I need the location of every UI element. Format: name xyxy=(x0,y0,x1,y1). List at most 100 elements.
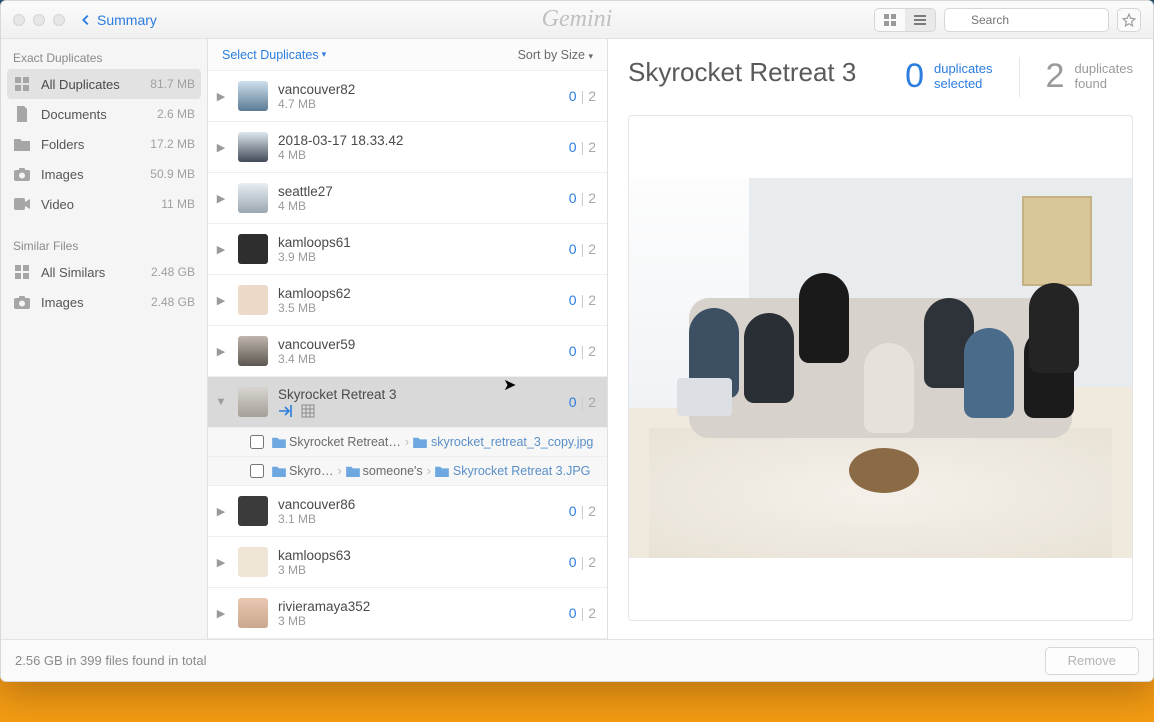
list-icon xyxy=(913,13,927,27)
grid-view-button[interactable] xyxy=(875,9,905,31)
sort-menu[interactable]: Sort by Size ▾ xyxy=(518,48,593,62)
group-row[interactable]: ▶vancouver863.1 MB0|2 xyxy=(208,486,607,536)
thumbnail xyxy=(238,81,268,111)
select-duplicates-label: Select Duplicates xyxy=(222,48,319,62)
duplicate-file-row[interactable]: Skyrocket Retreat…›skyrocket_retreat_3_c… xyxy=(208,427,607,456)
found-count: 2 xyxy=(1046,57,1065,96)
duplicate-group: ▶seattle274 MB0|2 xyxy=(208,173,607,224)
select-checkbox[interactable] xyxy=(250,435,264,449)
sidebar-item-images[interactable]: Images2.48 GB xyxy=(1,287,207,317)
group-row[interactable]: ▼Skyrocket Retreat 30|2 xyxy=(208,377,607,427)
list-view-button[interactable] xyxy=(905,9,935,31)
grid-icon xyxy=(883,13,897,27)
folder-crumb: Skyro… xyxy=(272,464,333,478)
minimize-window[interactable] xyxy=(33,14,45,26)
sidebar-item-label: Documents xyxy=(41,107,147,122)
sidebar-item-video[interactable]: Video11 MB xyxy=(1,189,207,219)
duplicate-file-row[interactable]: Skyro…›someone's›Skyrocket Retreat 3.JPG xyxy=(208,456,607,485)
folder-crumb: Skyrocket Retreat… xyxy=(272,435,401,449)
disclosure-triangle-icon[interactable]: ▶ xyxy=(214,192,228,205)
group-row[interactable]: ▶kamloops633 MB0|2 xyxy=(208,537,607,587)
disclosure-triangle-icon[interactable]: ▶ xyxy=(214,90,228,103)
group-row[interactable]: ▶seattle274 MB0|2 xyxy=(208,173,607,223)
chevron-down-icon: ▾ xyxy=(322,49,327,60)
sidebar-item-documents[interactable]: Documents2.6 MB xyxy=(1,99,207,129)
group-row[interactable]: ▶kamloops623.5 MB0|2 xyxy=(208,275,607,325)
group-name: kamloops61 xyxy=(278,235,559,250)
disclosure-triangle-icon[interactable]: ▶ xyxy=(214,243,228,256)
group-size: 3 MB xyxy=(278,614,559,628)
disclosure-triangle-icon[interactable]: ▶ xyxy=(214,141,228,154)
group-count: 0|2 xyxy=(569,241,597,257)
group-row[interactable]: ▶rivieramaya3523 MB0|2 xyxy=(208,588,607,638)
thumbnail xyxy=(238,285,268,315)
sidebar-header-exact: Exact Duplicates xyxy=(1,47,207,69)
group-size: 3.4 MB xyxy=(278,352,559,366)
thumbnail xyxy=(238,387,268,417)
sidebar-item-label: Video xyxy=(41,197,151,212)
group-row[interactable]: ▶kamloops613.9 MB0|2 xyxy=(208,224,607,274)
disclosure-triangle-icon[interactable]: ▼ xyxy=(214,396,228,408)
duplicate-group: ▶kamloops613.9 MB0|2 xyxy=(208,224,607,275)
found-label-1: duplicates xyxy=(1074,62,1133,77)
view-toggle xyxy=(874,8,936,32)
select-checkbox[interactable] xyxy=(250,464,264,478)
chevron-down-icon: ▾ xyxy=(588,51,593,61)
sidebar-item-label: All Duplicates xyxy=(41,77,140,92)
group-name: seattle27 xyxy=(278,184,559,199)
duplicate-group: ▶kamloops623.5 MB0|2 xyxy=(208,275,607,326)
duplicate-group: ▶rivieramaya3523 MB0|2 xyxy=(208,588,607,639)
disclosure-triangle-icon[interactable]: ▶ xyxy=(214,345,228,358)
group-size: 4.7 MB xyxy=(278,97,559,111)
group-name: vancouver86 xyxy=(278,497,559,512)
group-count: 0|2 xyxy=(569,605,597,621)
sidebar-header-similar: Similar Files xyxy=(1,235,207,257)
file-name: skyrocket_retreat_3_copy.jpg xyxy=(431,435,593,449)
remove-button[interactable]: Remove xyxy=(1045,647,1139,675)
disclosure-triangle-icon[interactable]: ▶ xyxy=(214,505,228,518)
camera-icon xyxy=(13,165,31,183)
search-wrap xyxy=(944,8,1109,32)
sidebar-item-all-duplicates[interactable]: All Duplicates 81.7 MB xyxy=(7,69,201,99)
breadcrumb: Skyro…›someone's›Skyrocket Retreat 3.JPG xyxy=(272,464,590,478)
file-name: Skyrocket Retreat 3.JPG xyxy=(453,464,591,478)
group-size: 3.5 MB xyxy=(278,301,559,315)
back-button[interactable]: Summary xyxy=(79,12,157,28)
zoom-window[interactable] xyxy=(53,14,65,26)
thumbnail xyxy=(238,132,268,162)
group-row[interactable]: ▶vancouver824.7 MB0|2 xyxy=(208,71,607,121)
duplicate-list-pane: Select Duplicates ▾ Sort by Size ▾ ▶vanc… xyxy=(208,39,608,639)
select-duplicates-menu[interactable]: Select Duplicates ▾ xyxy=(222,48,326,62)
disclosure-triangle-icon[interactable]: ▶ xyxy=(214,556,228,569)
selected-label-2: selected xyxy=(934,77,993,92)
sidebar-item-images[interactable]: Images50.9 MB xyxy=(1,159,207,189)
favorite-button[interactable] xyxy=(1117,8,1141,32)
sort-label: Sort by Size xyxy=(518,48,585,62)
preview-title: Skyrocket Retreat 3 xyxy=(628,57,885,88)
group-children: Skyrocket Retreat…›skyrocket_retreat_3_c… xyxy=(208,427,607,485)
app-title: Gemini xyxy=(542,6,613,33)
group-count: 0|2 xyxy=(569,394,597,410)
camera-icon xyxy=(13,293,31,311)
doc-icon xyxy=(13,105,31,123)
group-count: 0|2 xyxy=(569,88,597,104)
sidebar-item-all-similars[interactable]: All Similars2.48 GB xyxy=(1,257,207,287)
duplicate-list[interactable]: ▶vancouver824.7 MB0|2▶2018-03-17 18.33.4… xyxy=(208,71,607,639)
sidebar-item-label: All Similars xyxy=(41,265,141,280)
disclosure-triangle-icon[interactable]: ▶ xyxy=(214,607,228,620)
sidebar-item-folders[interactable]: Folders17.2 MB xyxy=(1,129,207,159)
duplicate-group: ▶2018-03-17 18.33.424 MB0|2 xyxy=(208,122,607,173)
disclosure-triangle-icon[interactable]: ▶ xyxy=(214,294,228,307)
group-row[interactable]: ▶2018-03-17 18.33.424 MB0|2 xyxy=(208,122,607,172)
sidebar-item-size: 50.9 MB xyxy=(150,167,195,181)
sidebar-item-size: 2.48 GB xyxy=(151,295,195,309)
image-preview[interactable] xyxy=(628,115,1133,621)
video-icon xyxy=(13,195,31,213)
search-input[interactable] xyxy=(944,8,1109,32)
star-icon xyxy=(1122,13,1136,27)
close-window[interactable] xyxy=(13,14,25,26)
group-row[interactable]: ▶vancouver593.4 MB0|2 xyxy=(208,326,607,376)
file-crumb xyxy=(413,436,427,448)
thumbnail xyxy=(238,496,268,526)
sidebar-item-size: 81.7 MB xyxy=(150,77,195,91)
